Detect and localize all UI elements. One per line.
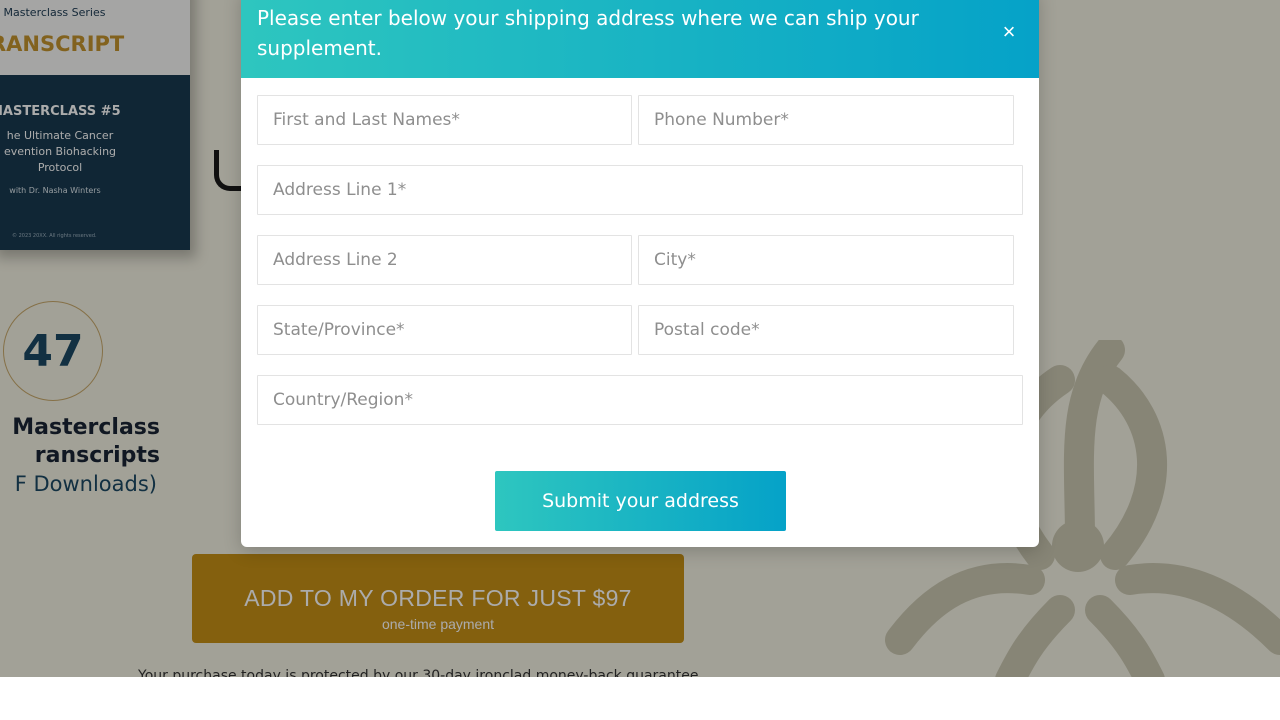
phone-field[interactable] (638, 95, 1014, 145)
page-below-fold (0, 677, 1280, 720)
name-field[interactable] (257, 95, 632, 145)
postal-code-field[interactable] (638, 305, 1014, 355)
address-line2-field[interactable] (257, 235, 632, 285)
modal-header: Please enter below your shipping address… (241, 0, 1039, 78)
address-line1-field[interactable] (257, 165, 1023, 215)
submit-address-button[interactable]: Submit your address (495, 471, 786, 531)
modal-heading: Please enter below your shipping address… (257, 6, 919, 60)
shipping-address-modal: Please enter below your shipping address… (241, 0, 1039, 547)
country-field[interactable] (257, 375, 1023, 425)
close-icon[interactable]: × (993, 16, 1025, 48)
state-field[interactable] (257, 305, 632, 355)
city-field[interactable] (638, 235, 1014, 285)
